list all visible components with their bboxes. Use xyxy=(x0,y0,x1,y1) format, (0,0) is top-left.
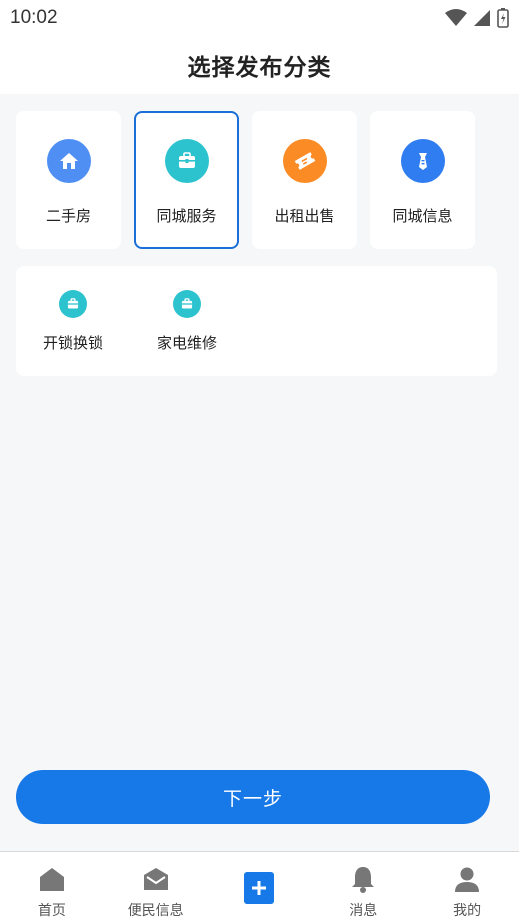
cellular-signal-icon xyxy=(474,10,490,26)
tab-publish[interactable] xyxy=(208,852,312,924)
page-title: 选择发布分类 xyxy=(187,55,332,81)
category-card-city-service[interactable]: 同城服务 xyxy=(134,111,239,249)
category-card-rent-sale[interactable]: 出租出售 xyxy=(252,111,357,249)
tab-convenience-info[interactable]: 便民信息 xyxy=(104,852,208,924)
status-bar: 10:02 xyxy=(0,0,519,36)
subcategory-appliance-repair[interactable]: 家电维修 xyxy=(130,266,244,376)
tab-messages[interactable]: 消息 xyxy=(311,852,415,924)
next-step-button[interactable]: 下一步 xyxy=(16,770,490,824)
subcategory-lock-service[interactable]: 开锁换锁 xyxy=(16,266,130,376)
home-icon xyxy=(38,864,66,894)
toolbox-icon xyxy=(59,290,87,318)
toolbox-icon xyxy=(173,290,201,318)
status-icons xyxy=(445,8,509,28)
tab-label: 消息 xyxy=(349,903,378,919)
subcategory-label: 开锁换锁 xyxy=(42,334,103,352)
category-label: 出租出售 xyxy=(274,207,335,225)
bell-icon xyxy=(349,864,377,894)
toolbox-icon xyxy=(164,139,209,183)
user-icon xyxy=(453,864,481,894)
category-label: 二手房 xyxy=(45,207,91,225)
tab-home[interactable]: 首页 xyxy=(0,852,104,924)
category-label: 同城信息 xyxy=(392,207,453,225)
category-card-second-hand-house[interactable]: 二手房 xyxy=(16,111,121,249)
battery-icon xyxy=(497,8,509,28)
add-icon xyxy=(244,872,275,904)
bottom-tab-bar: 首页 便民信息 消息 我的 xyxy=(0,851,519,924)
status-time: 10:02 xyxy=(10,7,58,28)
wifi-icon xyxy=(445,9,467,26)
category-label: 同城服务 xyxy=(156,207,217,225)
subcategory-panel: 开锁换锁 家电维修 xyxy=(16,266,497,376)
ticket-icon xyxy=(282,139,327,183)
house-icon xyxy=(46,139,91,183)
tab-label: 便民信息 xyxy=(127,903,184,919)
subcategory-label: 家电维修 xyxy=(156,334,217,352)
page-header: 选择发布分类 xyxy=(0,36,519,94)
category-card-city-info[interactable]: 同城信息 xyxy=(370,111,475,249)
tab-label: 首页 xyxy=(37,903,66,919)
tie-icon xyxy=(400,139,445,183)
tab-mine[interactable]: 我的 xyxy=(415,852,519,924)
category-list: 二手房 同城服务 出租出售 同城信息 xyxy=(16,111,475,249)
tab-label: 我的 xyxy=(453,903,482,919)
mail-icon xyxy=(142,864,170,894)
